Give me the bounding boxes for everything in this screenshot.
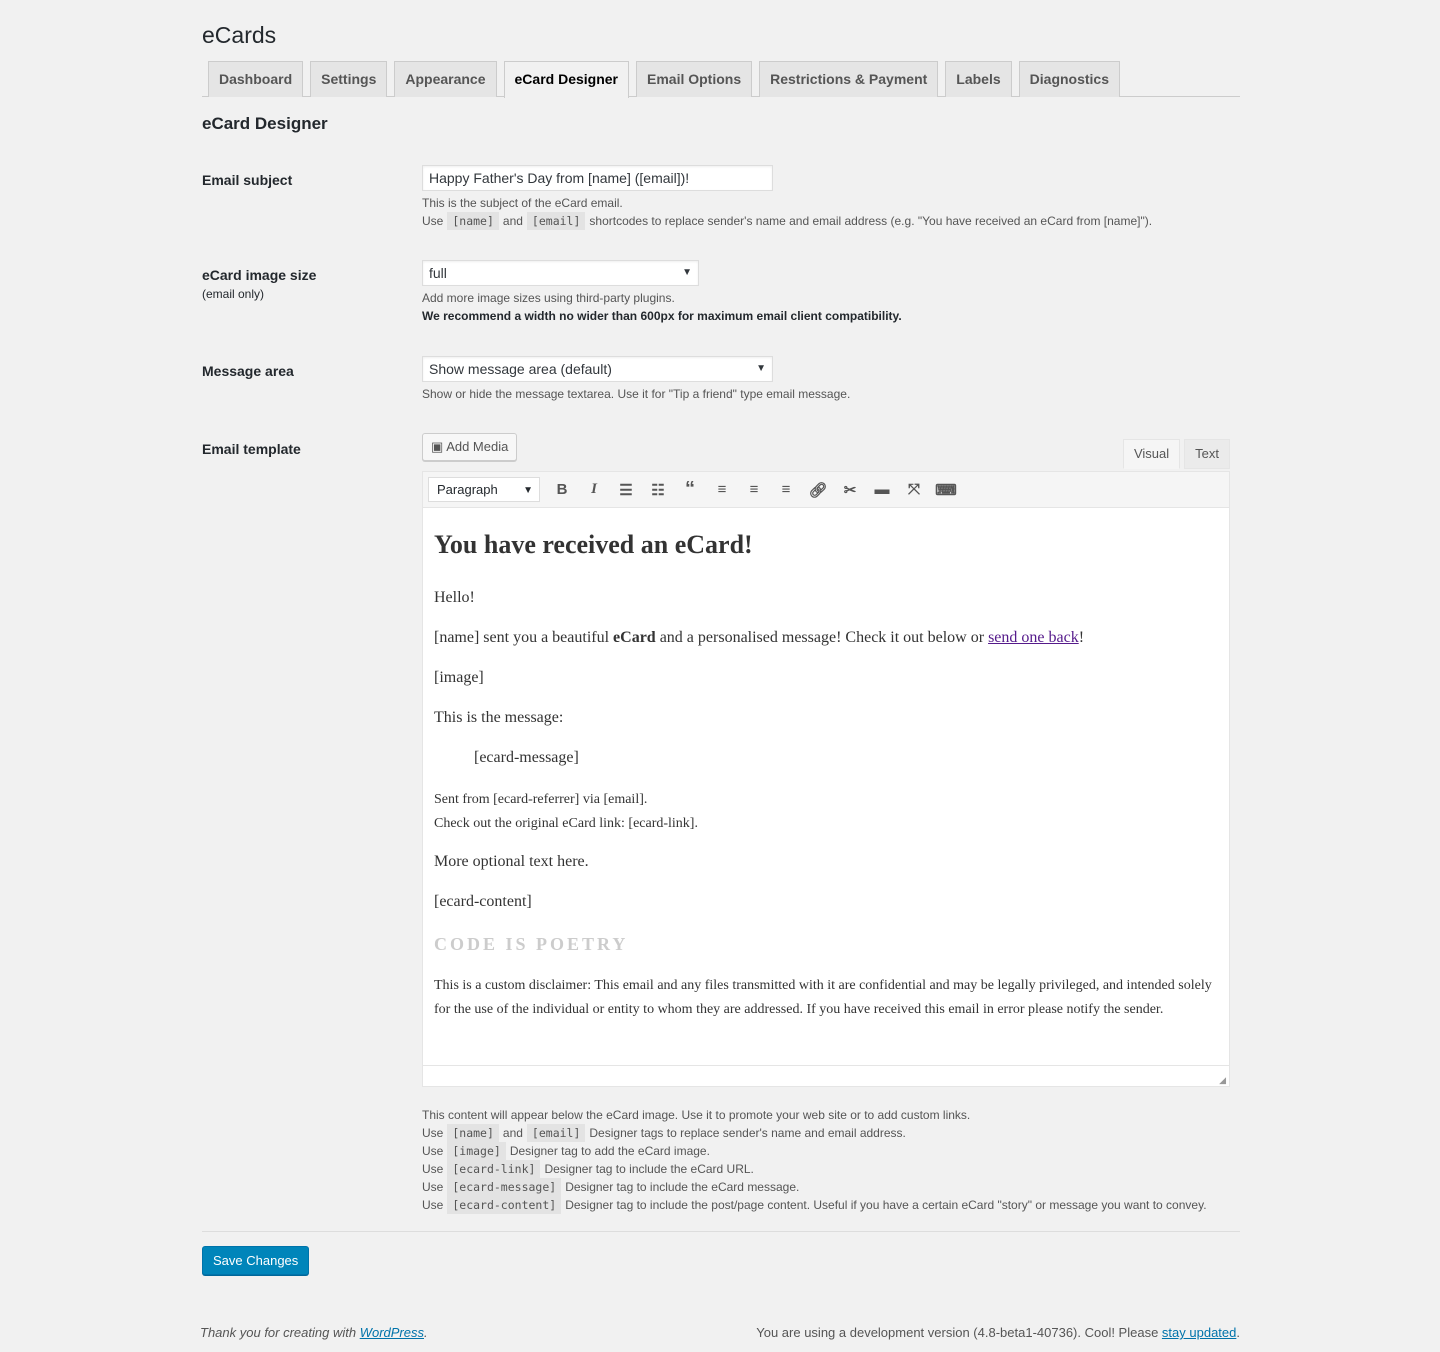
image-size-select[interactable]: full ▼ bbox=[422, 260, 699, 286]
chevron-down-icon: ▼ bbox=[756, 363, 766, 374]
save-changes-button[interactable]: Save Changes bbox=[202, 1246, 310, 1275]
add-media-button[interactable]: ▣ Add Media bbox=[422, 433, 518, 461]
tab-restrictions-payment[interactable]: Restrictions & Payment bbox=[759, 61, 939, 97]
editor-toolbar: Paragraph ▼ B I ☰ ☷ “ ≡ ≡ ≡ 🔗︎ ✂ ▬ ⤧ ⌨ bbox=[423, 472, 1229, 508]
link-icon[interactable]: 🔗︎ bbox=[802, 481, 834, 499]
chevron-down-icon: ▼ bbox=[682, 267, 692, 278]
email-subject-label: Email subject bbox=[202, 172, 293, 188]
divider bbox=[202, 1231, 1240, 1232]
email-subject-desc: This is the subject of the eCard email. U… bbox=[422, 196, 1153, 230]
wordpress-link[interactable]: WordPress bbox=[360, 1325, 424, 1340]
align-right-icon[interactable]: ≡ bbox=[770, 481, 802, 498]
message-area-select[interactable]: Show message area (default) ▼ bbox=[422, 356, 773, 382]
read-more-icon[interactable]: ▬ bbox=[866, 481, 898, 498]
editor-content[interactable]: You have received an eCard! Hello! [name… bbox=[423, 508, 1229, 1065]
editor: Paragraph ▼ B I ☰ ☷ “ ≡ ≡ ≡ 🔗︎ ✂ ▬ ⤧ ⌨ Yo… bbox=[422, 471, 1230, 1087]
tab-appearance[interactable]: Appearance bbox=[394, 61, 497, 97]
unlink-icon[interactable]: ✂ bbox=[834, 481, 866, 499]
tab-text[interactable]: Text bbox=[1184, 439, 1230, 469]
section-title: eCard Designer bbox=[202, 114, 328, 133]
numbered-list-icon[interactable]: ☷ bbox=[642, 481, 674, 499]
tab-settings[interactable]: Settings bbox=[310, 61, 388, 97]
tab-ecard-designer[interactable]: eCard Designer bbox=[503, 61, 629, 98]
email-template-label: Email template bbox=[202, 441, 301, 457]
editor-statusbar: ◢ bbox=[423, 1065, 1229, 1086]
resize-handle-icon[interactable]: ◢ bbox=[1219, 1075, 1226, 1086]
format-select[interactable]: Paragraph ▼ bbox=[428, 477, 540, 502]
send-one-back-link[interactable]: send one back bbox=[988, 629, 1079, 646]
page-title: eCards bbox=[202, 22, 277, 48]
poetry-logo: CODE IS POETRY bbox=[434, 934, 629, 954]
fullscreen-icon[interactable]: ⤧ bbox=[898, 481, 930, 498]
align-center-icon[interactable]: ≡ bbox=[738, 481, 770, 498]
nav-tabs: Dashboard Settings Appearance eCard Desi… bbox=[202, 61, 1240, 98]
message-area-label: Message area bbox=[202, 363, 294, 379]
blockquote-icon[interactable]: “ bbox=[674, 478, 706, 501]
align-left-icon[interactable]: ≡ bbox=[706, 481, 738, 498]
toolbar-toggle-icon[interactable]: ⌨ bbox=[930, 481, 962, 499]
image-size-label: eCard image size (email only) bbox=[202, 267, 317, 301]
footer-left: Thank you for creating with WordPress. bbox=[200, 1325, 428, 1340]
stay-updated-link[interactable]: stay updated bbox=[1162, 1325, 1236, 1340]
tab-diagnostics[interactable]: Diagnostics bbox=[1018, 61, 1121, 97]
bullet-list-icon[interactable]: ☰ bbox=[610, 481, 642, 499]
italic-icon[interactable]: I bbox=[578, 481, 610, 498]
bold-icon[interactable]: B bbox=[546, 481, 578, 498]
footer-right: You are using a development version (4.8… bbox=[756, 1325, 1240, 1340]
media-icon: ▣ bbox=[431, 439, 447, 454]
email-subject-input[interactable]: Happy Father's Day from [name] ([email])… bbox=[422, 165, 773, 191]
tab-visual[interactable]: Visual bbox=[1122, 439, 1181, 469]
tab-labels[interactable]: Labels bbox=[945, 61, 1012, 97]
tab-dashboard[interactable]: Dashboard bbox=[208, 61, 304, 97]
tab-email-options[interactable]: Email Options bbox=[636, 61, 753, 97]
